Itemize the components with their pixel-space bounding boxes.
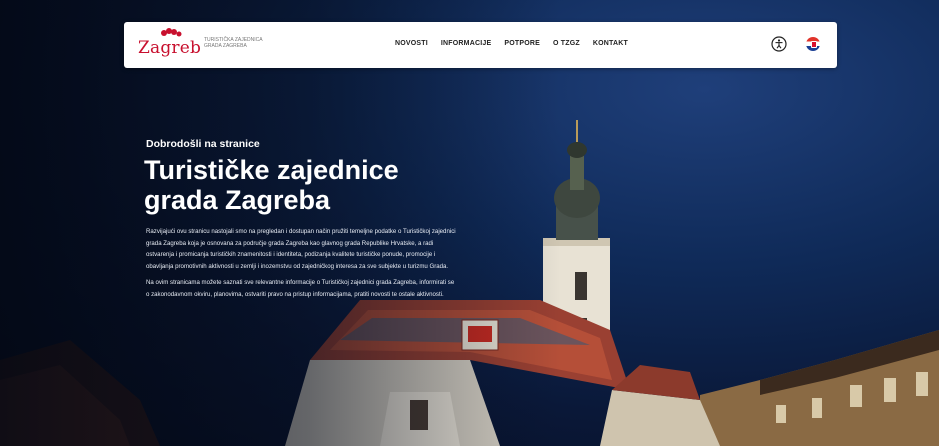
site-header: Zagreb TURISTIČKA ZAJEDNICA GRADA ZAGREB…: [124, 22, 837, 68]
window: [916, 372, 928, 396]
window: [884, 378, 896, 402]
nav-novosti[interactable]: NOVOSTI: [395, 40, 428, 52]
organization-name: TURISTIČKA ZAJEDNICA GRADA ZAGREBA: [204, 37, 294, 49]
croatian-flag-icon[interactable]: [806, 37, 820, 51]
hero-title-line-2: grada Zagreba: [144, 185, 331, 215]
flag-shield: [811, 41, 817, 48]
nav-o-tzgz[interactable]: O TZGZ: [553, 40, 580, 52]
hero-title-line-1: Turističke zajednice: [144, 155, 399, 185]
window: [850, 385, 862, 407]
tower-window: [575, 272, 587, 300]
hero-paragraph-1: Razvijajući ovu stranicu nastojali smo n…: [146, 228, 456, 270]
nav-potpore[interactable]: POTPORE: [504, 40, 540, 52]
hero-title: Turističke zajednice grada Zagreba: [144, 155, 444, 215]
hero-description: Razvijajući ovu stranicu nastojali smo n…: [146, 226, 456, 305]
logo-wordmark: Zagreb: [138, 38, 202, 58]
window: [776, 405, 786, 423]
hero-paragraph-2: Na ovim stranicama možete saznati sve re…: [146, 279, 455, 298]
hero-subtitle: Dobrodošli na stranice: [146, 138, 260, 150]
zagreb-logo[interactable]: Zagreb: [138, 28, 202, 62]
nav-kontakt[interactable]: KONTAKT: [593, 40, 628, 52]
main-nav: NOVOSTI INFORMACIJE POTPORE O TZGZ KONTA…: [395, 40, 641, 52]
window: [812, 398, 822, 418]
hearts-logo-icon: [161, 28, 182, 37]
accessibility-icon[interactable]: [771, 36, 787, 52]
nav-informacije[interactable]: INFORMACIJE: [441, 40, 491, 52]
hero-section: Zagreb TURISTIČKA ZAJEDNICA GRADA ZAGREB…: [0, 0, 939, 446]
org-line-2: GRADA ZAGREBA: [204, 43, 247, 49]
